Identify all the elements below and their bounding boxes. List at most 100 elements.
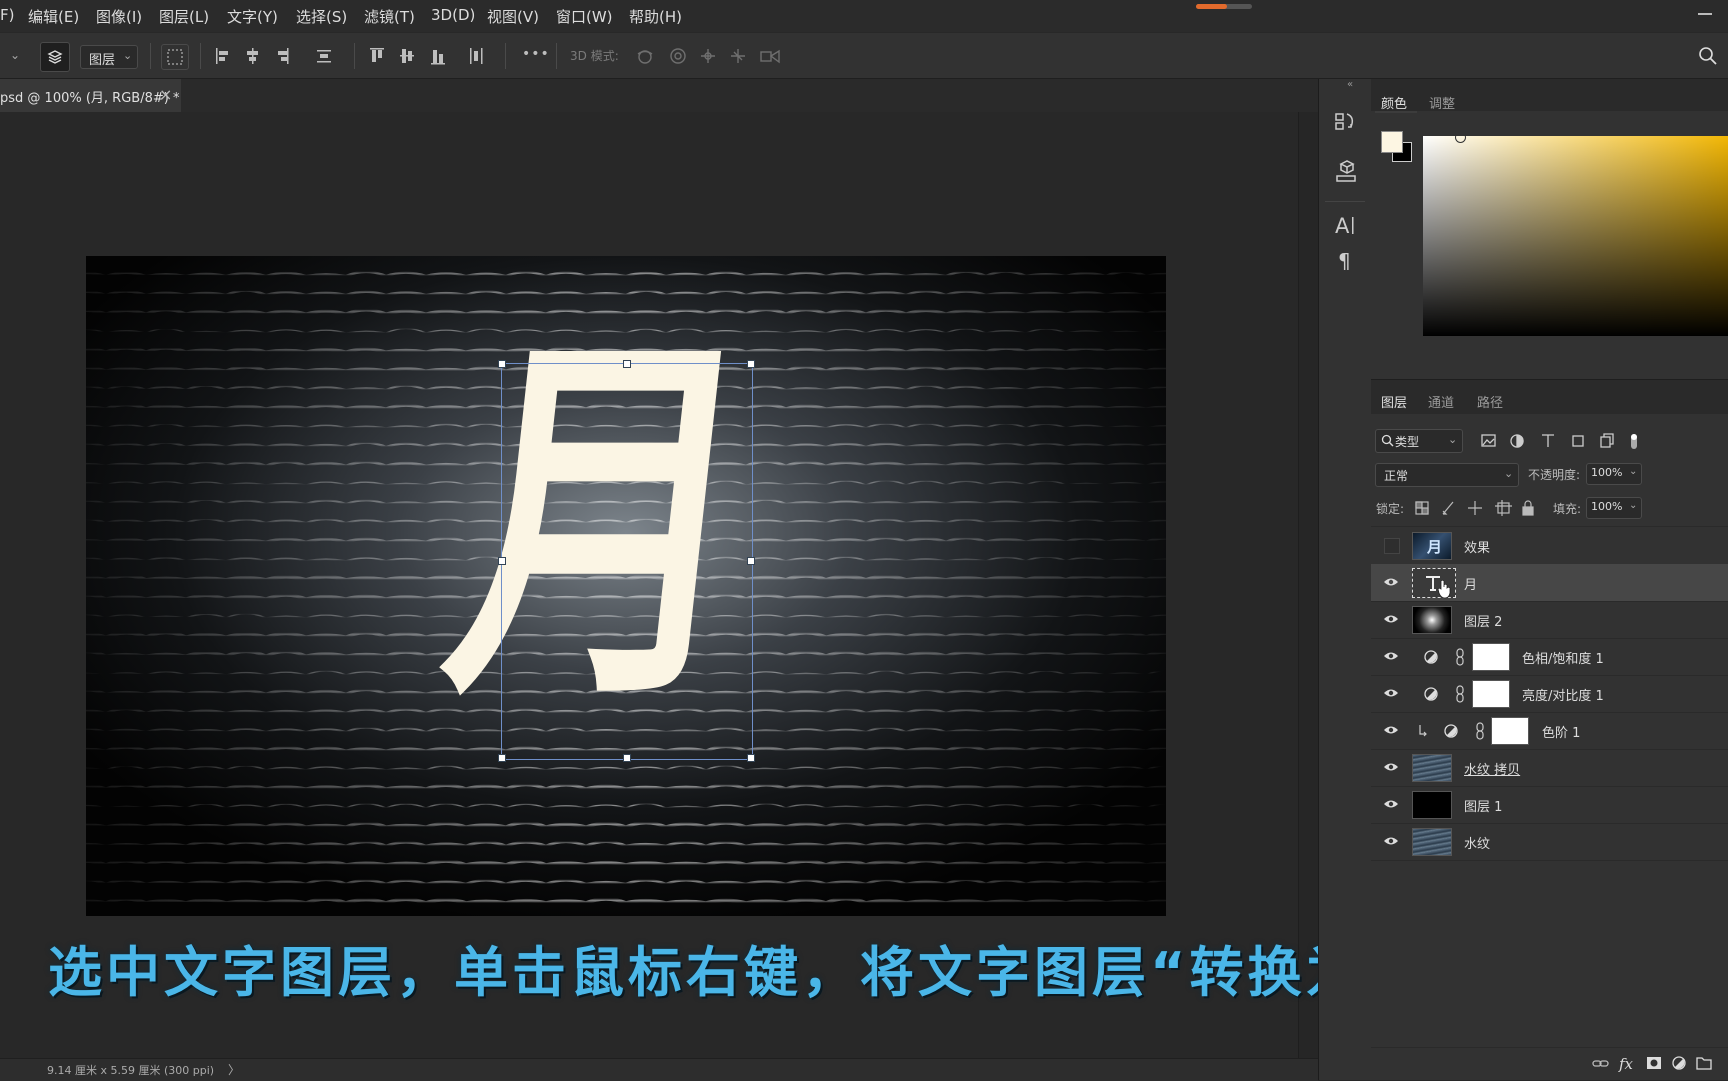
fill-label: 填充: <box>1553 502 1582 516</box>
layer-panel-footer-buttons[interactable]: fx <box>1589 1052 1728 1074</box>
show-transform-controls-button[interactable] <box>161 44 189 70</box>
document-canvas[interactable]: 月 <box>86 256 1166 916</box>
foreground-color-swatch[interactable] <box>1381 131 1403 153</box>
paragraph-panel-icon[interactable]: ¶ <box>1333 247 1359 273</box>
menu-3d[interactable]: 3D(D) <box>431 6 475 24</box>
transform-handle-top[interactable] <box>623 360 631 368</box>
document-tab-bar <box>0 79 1318 112</box>
distribute-v-icon <box>470 48 483 64</box>
transform-bounding-box[interactable] <box>498 360 755 762</box>
filter-pixel-icon <box>1481 434 1496 447</box>
layer-filter-buttons[interactable] <box>1479 431 1659 451</box>
layer-name: 色相/饱和度 1 <box>1522 652 1604 667</box>
transform-handle-top-left[interactable] <box>498 360 506 368</box>
eye-icon[interactable] <box>1383 761 1399 773</box>
eye-icon[interactable] <box>1383 835 1399 847</box>
status-bar: 9.14 厘米 x 5.59 厘米 (300 ppi) 〉 <box>0 1058 1318 1081</box>
collapse-panels-icon[interactable]: « <box>1347 79 1353 90</box>
menu-file[interactable]: F) <box>0 6 14 24</box>
history-icon[interactable] <box>1333 109 1359 135</box>
tab-adjustments[interactable]: 调整 <box>1429 93 1455 112</box>
menu-layer[interactable]: 图层(L) <box>159 6 209 27</box>
menu-select[interactable]: 选择(S) <box>296 6 347 27</box>
3d-panel-icon[interactable] <box>1333 159 1359 185</box>
layer-row[interactable]: 水纹 <box>1371 823 1728 861</box>
layer-row[interactable]: 图层 1 <box>1371 786 1728 824</box>
lock-buttons[interactable] <box>1413 498 1543 518</box>
layer-mask-thumbnail[interactable] <box>1472 680 1510 708</box>
transform-handle-bottom[interactable] <box>623 754 631 762</box>
blend-mode-dropdown[interactable]: 正常 ⌄ <box>1375 463 1519 487</box>
align-buttons-group[interactable] <box>214 45 344 67</box>
layer-name: 亮度/对比度 1 <box>1522 689 1604 704</box>
svg-text:¶: ¶ <box>1338 249 1351 273</box>
add-mask-icon <box>1647 1057 1661 1069</box>
chevron-down-icon: ⌄ <box>1629 500 1638 511</box>
auto-select-toggle[interactable] <box>40 42 70 72</box>
layer-thumbnail <box>1412 568 1456 599</box>
layer-thumbnail <box>1412 754 1452 782</box>
distribute-h-icon <box>317 50 331 63</box>
eye-icon[interactable] <box>1383 613 1399 625</box>
layer-row[interactable]: 亮度/对比度 1 <box>1371 675 1728 713</box>
align-vertical-buttons-group[interactable] <box>366 45 496 67</box>
eye-icon[interactable] <box>1383 576 1399 588</box>
fill-field[interactable]: 100% ⌄ <box>1586 497 1642 519</box>
window-minimize-button[interactable] <box>1698 13 1712 15</box>
menu-window[interactable]: 窗口(W) <box>556 6 613 27</box>
close-tab-icon[interactable]: × <box>159 85 172 104</box>
divider <box>505 43 506 69</box>
more-options-button[interactable]: ••• <box>522 45 550 63</box>
menu-help[interactable]: 帮助(H) <box>629 6 682 27</box>
transform-handle-bottom-left[interactable] <box>498 754 506 762</box>
transform-handle-right[interactable] <box>747 557 755 565</box>
layer-name: 水纹 拷贝 <box>1464 763 1521 778</box>
layer-name: 月 <box>1464 578 1478 593</box>
layer-row[interactable]: 图层 2 <box>1371 601 1728 639</box>
character-panel-icon[interactable]: A <box>1333 212 1359 238</box>
menu-bar: F) 编辑(E) 图像(I) 图层(L) 文字(Y) 选择(S) 滤镜(T) 3… <box>0 0 1728 32</box>
eye-icon[interactable] <box>1383 798 1399 810</box>
tab-paths[interactable]: 路径 <box>1477 392 1503 411</box>
divider <box>556 43 557 69</box>
status-menu-arrow[interactable]: 〉 <box>228 1061 240 1078</box>
eye-icon[interactable] <box>1383 650 1399 662</box>
layer-row[interactable]: 色相/饱和度 1 <box>1371 638 1728 676</box>
layer-filter-dropdown[interactable]: 类型 ⌄ <box>1375 429 1463 453</box>
chain-link-icon[interactable] <box>1455 648 1465 666</box>
visibility-toggle-off[interactable] <box>1384 538 1400 554</box>
menu-image[interactable]: 图像(I) <box>96 6 142 27</box>
lock-label: 锁定: <box>1376 502 1405 516</box>
canvas-vertical-scrollbar[interactable] <box>1298 112 1319 1058</box>
eye-icon[interactable] <box>1383 724 1399 736</box>
transform-handle-left[interactable] <box>498 557 506 565</box>
layer-row[interactable]: 月 效果 <box>1371 527 1728 565</box>
menu-edit[interactable]: 编辑(E) <box>28 6 79 27</box>
menu-filter[interactable]: 滤镜(T) <box>364 6 415 27</box>
document-tab[interactable]: psd @ 100% (月, RGB/8#) * × <box>0 79 181 112</box>
opacity-field[interactable]: 100% ⌄ <box>1586 463 1642 485</box>
transform-handle-bottom-right[interactable] <box>747 754 755 762</box>
tab-layers[interactable]: 图层 <box>1381 392 1407 411</box>
chain-link-icon[interactable] <box>1455 685 1465 703</box>
chain-link-icon[interactable] <box>1475 722 1485 740</box>
eye-icon[interactable] <box>1383 687 1399 699</box>
layer-row-selected[interactable]: 月 <box>1371 564 1728 602</box>
auto-select-target-dropdown[interactable]: 图层 ⌄ <box>80 45 138 69</box>
tab-channels[interactable]: 通道 <box>1428 392 1454 411</box>
layer-mask-thumbnail[interactable] <box>1472 643 1510 671</box>
orbit-3d-icon <box>637 50 653 64</box>
menu-type[interactable]: 文字(Y) <box>227 6 278 27</box>
tab-color[interactable]: 颜色 <box>1381 93 1407 112</box>
color-picker-field[interactable] <box>1423 132 1728 336</box>
layer-row[interactable]: 水纹 拷贝 <box>1371 749 1728 787</box>
new-group-icon <box>1696 1057 1712 1070</box>
layer-mask-thumbnail[interactable] <box>1491 717 1529 745</box>
layer-row[interactable]: 色阶 1 <box>1371 712 1728 750</box>
transform-handle-top-right[interactable] <box>747 360 755 368</box>
color-picker-cursor[interactable] <box>1455 132 1466 143</box>
search-icon[interactable] <box>1697 45 1719 67</box>
menu-view[interactable]: 视图(V) <box>487 6 539 27</box>
transform-box-icon <box>167 49 183 65</box>
tool-preset-chevron-icon[interactable]: ⌄ <box>10 46 20 64</box>
